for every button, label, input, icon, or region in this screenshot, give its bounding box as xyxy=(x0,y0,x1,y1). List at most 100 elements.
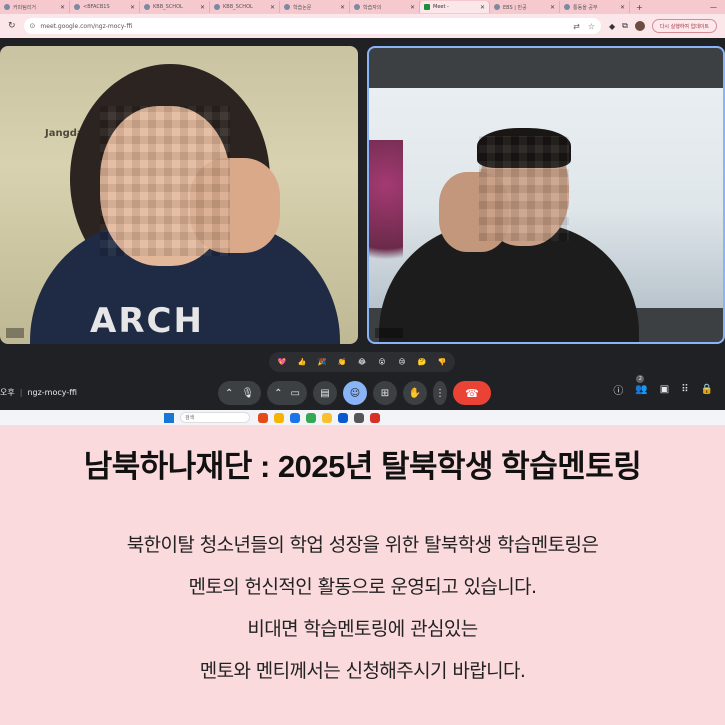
tab-close-icon[interactable]: ✕ xyxy=(60,4,65,11)
reaction-thinking-icon[interactable]: 🤔 xyxy=(417,357,427,367)
video-tile-right[interactable] xyxy=(367,46,725,344)
activities-icon[interactable]: ⠿ xyxy=(681,384,688,395)
mic-control[interactable]: ⌃ 🎙 xyxy=(218,381,262,405)
meeting-info: 오후 | ngz-mocy-ffi xyxy=(0,388,77,397)
tab-favicon-icon xyxy=(144,4,150,10)
hand-icon: ✋ xyxy=(408,387,422,399)
more-options-button[interactable]: ⋮ xyxy=(432,381,447,405)
browser-tab-active[interactable]: Meet - ✕ xyxy=(420,1,490,13)
browser-tab[interactable]: <BFACB1S ✕ xyxy=(70,1,140,13)
os-taskbar: 검색 xyxy=(0,410,725,425)
extensions-puzzle-icon[interactable]: ⧉ xyxy=(622,21,628,31)
microphone-icon[interactable]: 🎙 xyxy=(241,388,254,399)
shirt-print-text: ARCH xyxy=(90,301,204,341)
phone-hangup-icon: ☎ xyxy=(465,386,479,400)
tab-close-icon[interactable]: ✕ xyxy=(200,4,205,11)
host-controls-icon[interactable]: 🔒 xyxy=(701,384,713,395)
page-title: 남북하나재단 : 2025년 탈북학생 학습멘토링 xyxy=(83,449,642,484)
browser-tab[interactable]: EBS | 만공 ✕ xyxy=(490,1,560,13)
reaction-thumbs-up-icon[interactable]: 👍 xyxy=(297,357,307,367)
body-text-line: 멘토와 멘티께서는 신청해주시기 바랍니다. xyxy=(199,660,526,682)
people-icon[interactable]: 👥 2 xyxy=(635,375,648,395)
reload-icon[interactable]: ↻ xyxy=(8,21,16,31)
taskbar-search-field[interactable]: 검색 xyxy=(180,412,250,423)
chevron-up-icon[interactable]: ⌃ xyxy=(225,388,233,399)
reaction-clap-icon[interactable]: 👏 xyxy=(337,357,347,367)
tab-favicon-icon xyxy=(354,4,360,10)
browser-tab[interactable]: 커피팀리거 ✕ xyxy=(0,1,70,13)
camera-icon[interactable]: ▭ xyxy=(290,388,299,399)
reaction-bar: 💖 👍 🎉 👏 😂 😮 😢 🤔 👎 xyxy=(269,352,455,372)
more-vert-icon: ⋮ xyxy=(434,387,445,399)
site-info-icon[interactable]: ⊙ xyxy=(30,22,36,30)
taskbar-app-icon[interactable] xyxy=(258,412,268,423)
tab-close-icon[interactable]: ✕ xyxy=(550,4,555,11)
browser-tab[interactable]: KBB_SCHOL ✕ xyxy=(210,1,280,13)
extension-icon[interactable]: ◆ xyxy=(609,22,615,31)
body-text-line: 멘토의 헌신적인 활동으로 운영되고 있습니다. xyxy=(188,576,538,598)
taskbar-app-icon[interactable] xyxy=(306,412,316,423)
screenshot: 커피팀리거 ✕ <BFACB1S ✕ KBB_SCHOL ✕ KBB_SCHOL ✕ 학… xyxy=(0,0,725,425)
chevron-up-icon[interactable]: ⌃ xyxy=(274,388,282,399)
tab-close-icon[interactable]: ✕ xyxy=(410,4,415,11)
taskbar-app-icon[interactable] xyxy=(338,412,348,423)
chat-icon[interactable]: ▣ xyxy=(660,384,669,395)
mosaic-blur xyxy=(100,106,230,256)
tab-close-icon[interactable]: ✕ xyxy=(130,4,135,11)
participant-name-label xyxy=(6,328,24,338)
meet-stage: Jangdae ARCH xyxy=(0,38,725,350)
captions-icon: ▤ xyxy=(320,387,330,399)
folder-icon[interactable] xyxy=(322,412,332,423)
profile-avatar[interactable] xyxy=(634,21,645,31)
window-controls: — xyxy=(710,3,725,11)
meeting-time: 오후 xyxy=(0,388,15,397)
emoji-icon: ☺ xyxy=(349,387,361,399)
tab-close-icon[interactable]: ✕ xyxy=(480,4,485,11)
browser-tab[interactable]: KBB_SCHOL ✕ xyxy=(140,1,210,13)
translate-icon[interactable]: ⇄ xyxy=(573,22,580,31)
browser-tab[interactable]: 학습논문 ✕ xyxy=(280,1,350,13)
browser-tab[interactable]: 학습자의 ✕ xyxy=(350,1,420,13)
tab-close-icon[interactable]: ✕ xyxy=(340,4,345,11)
windows-start-icon[interactable] xyxy=(164,412,174,423)
address-bar[interactable]: ⊙ meet.google.com/ngz-mocy-ffi ⇄ ☆ xyxy=(23,18,601,34)
emoji-reactions-button[interactable]: ☺ xyxy=(342,381,367,405)
reaction-party-icon[interactable]: 🎉 xyxy=(317,357,327,367)
caption-panel: 남북하나재단 : 2025년 탈북학생 학습멘토링 북한이탈 청소년들의 학업 … xyxy=(0,425,725,725)
minimize-icon[interactable]: — xyxy=(710,3,717,11)
mosaic-blur xyxy=(479,136,569,241)
captions-button[interactable]: ▤ xyxy=(312,381,337,405)
reaction-surprised-icon[interactable]: 😮 xyxy=(377,357,387,367)
url-text: meet.google.com/ngz-mocy-ffi xyxy=(40,22,133,30)
info-icon[interactable]: ⓘ xyxy=(613,382,623,397)
taskbar-app-icon[interactable] xyxy=(354,412,364,423)
reaction-laugh-icon[interactable]: 😂 xyxy=(357,357,367,367)
taskbar-apps xyxy=(258,412,380,423)
taskbar-app-icon[interactable] xyxy=(290,412,300,423)
tab-favicon-icon xyxy=(284,4,290,10)
body-text-line: 북한이탈 청소년들의 학업 성장을 위한 탈북학생 학습멘토링은 xyxy=(126,534,599,556)
browser-tab-strip: 커피팀리거 ✕ <BFACB1S ✕ KBB_SCHOL ✕ KBB_SCHOL ✕ 학… xyxy=(0,0,725,14)
taskbar-app-icon[interactable] xyxy=(370,412,380,423)
reaction-thumbs-down-icon[interactable]: 👎 xyxy=(437,357,447,367)
camera-control[interactable]: ⌃ ▭ xyxy=(267,381,307,405)
virtual-background xyxy=(369,88,723,342)
meeting-code: ngz-mocy-ffi xyxy=(27,388,77,397)
tab-close-icon[interactable]: ✕ xyxy=(620,4,625,11)
tab-favicon-icon xyxy=(494,4,500,10)
raise-hand-button[interactable]: ✋ xyxy=(402,381,427,405)
bookmark-star-icon[interactable]: ☆ xyxy=(588,22,595,31)
relaunch-update-button[interactable]: 다시 실행하여 업데이트 xyxy=(651,19,717,33)
tab-close-icon[interactable]: ✕ xyxy=(270,4,275,11)
video-tile-left[interactable]: Jangdae ARCH xyxy=(0,46,358,344)
call-controls: ⌃ 🎙 ⌃ ▭ ▤ ☺ ⊞ ✋ ⋮ ☎ xyxy=(218,381,491,405)
browser-tab[interactable]: 통동을 공부 ✕ xyxy=(560,1,630,13)
present-screen-button[interactable]: ⊞ xyxy=(372,381,397,405)
participants-count-badge: 2 xyxy=(636,375,645,383)
reaction-heart-icon[interactable]: 💖 xyxy=(277,357,287,367)
extension-area: ◆ ⧉ 다시 실행하여 업데이트 xyxy=(609,19,717,33)
taskbar-app-icon[interactable] xyxy=(274,412,284,423)
reaction-sad-icon[interactable]: 😢 xyxy=(397,357,407,367)
new-tab-icon[interactable]: + xyxy=(630,3,649,12)
end-call-button[interactable]: ☎ xyxy=(452,381,491,405)
